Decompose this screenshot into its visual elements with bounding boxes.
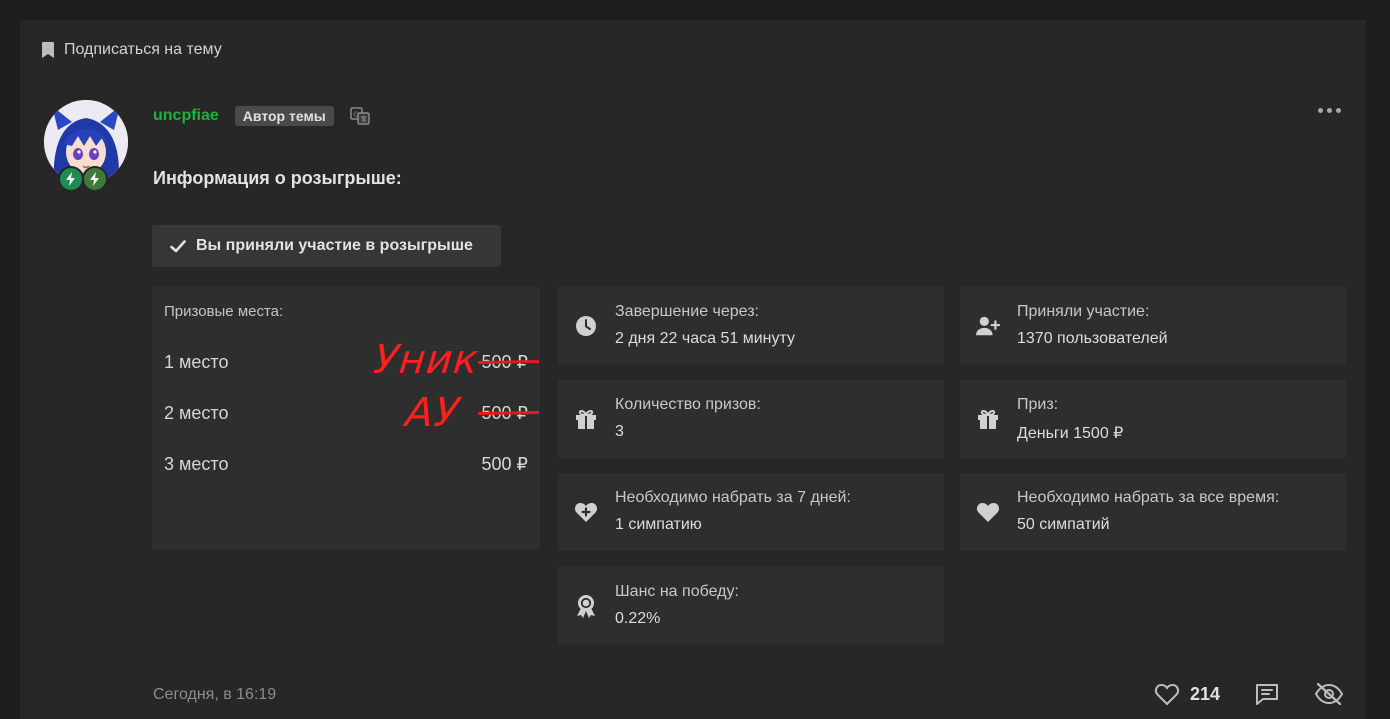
prize-amount: 500 ₽	[477, 403, 539, 424]
gift-icon	[976, 407, 1000, 431]
stat-value: 1370 пользователей	[1017, 330, 1168, 347]
badge-lightning-1[interactable]	[58, 166, 84, 192]
dot	[1327, 108, 1332, 113]
stat-prize-card: Приз: Деньги 1500 ₽	[960, 380, 1346, 458]
stat-label: Шанс на победу:	[615, 583, 739, 600]
reply-button[interactable]	[1254, 682, 1280, 706]
stat-value: 50 симпатий	[1017, 516, 1110, 533]
stat-label: Приняли участие:	[1017, 303, 1150, 320]
stat-likes-7d-card: Необходимо набрать за 7 дней: 1 симпатию	[558, 473, 944, 551]
stat-label: Необходимо набрать за все время:	[1017, 489, 1280, 506]
subscribe-label: Подписаться на тему	[64, 41, 222, 58]
prize-place: 1 место	[164, 351, 229, 372]
eye-slash-icon	[1314, 682, 1344, 706]
stat-prize-count-card: Количество призов: 3	[558, 380, 944, 458]
check-icon	[170, 239, 186, 252]
gift-icon	[574, 407, 598, 431]
prize-places-card: Призовые места: 1 место 500 ₽ Уник 2 мес…	[152, 287, 540, 550]
dot	[1336, 108, 1341, 113]
heart-outline-icon	[1154, 683, 1180, 706]
user-plus-icon	[976, 314, 1000, 338]
stat-likes-all-card: Необходимо набрать за все время: 50 симп…	[960, 473, 1346, 551]
lightning-icon	[66, 172, 75, 186]
like-button[interactable]	[1154, 682, 1180, 706]
stat-value: 1 симпатию	[615, 516, 702, 533]
stat-label: Приз:	[1017, 396, 1059, 413]
stat-value: 0.22%	[615, 610, 661, 627]
prize-places-header: Призовые места:	[164, 303, 284, 320]
prize-place: 3 место	[164, 453, 229, 474]
award-icon	[574, 594, 598, 618]
prize-row: 3 место 500 ₽	[164, 452, 528, 476]
stat-label: Завершение через:	[615, 303, 759, 320]
prize-amount-text: 500 ₽	[481, 453, 529, 474]
subscribe-thread-link[interactable]: Подписаться на тему	[42, 40, 222, 60]
heart-plus-icon	[574, 500, 598, 524]
handwritten-note: АУ	[403, 390, 463, 436]
translate-icon[interactable]: G	[350, 107, 370, 125]
stat-label: Количество призов:	[615, 396, 761, 413]
prize-amount: 500 ₽	[482, 454, 529, 475]
badge-lightning-2[interactable]	[82, 166, 108, 192]
post-author-row: uncpfiae Автор темы G	[153, 105, 370, 127]
stat-value: Деньги 1500 ₽	[1017, 425, 1124, 442]
prize-amount: 500 ₽	[477, 352, 539, 373]
post-timestamp[interactable]: Сегодня, в 16:19	[153, 686, 276, 704]
stat-ends-card: Завершение через: 2 дня 22 часа 51 минут…	[558, 287, 944, 365]
user-badges	[58, 166, 108, 192]
author-badge: Автор темы	[234, 106, 334, 126]
prize-place: 2 место	[164, 402, 229, 423]
prize-row: 2 место 500 ₽	[164, 401, 539, 425]
stat-chance-card: Шанс на победу: 0.22%	[558, 567, 944, 645]
post-actions: 214	[1154, 682, 1344, 706]
stat-label: Необходимо набрать за 7 дней:	[615, 489, 851, 506]
post-title: Информация о розыгрыше:	[153, 168, 402, 188]
stat-value: 2 дня 22 часа 51 минуту	[615, 330, 795, 347]
dot	[1318, 108, 1323, 113]
strike-mark	[477, 359, 539, 365]
hide-button[interactable]	[1314, 682, 1344, 706]
participated-label: Вы приняли участие в розыгрыше	[196, 237, 473, 254]
bookmark-icon	[42, 42, 54, 58]
clock-icon	[574, 314, 598, 338]
post-more-menu[interactable]	[1318, 108, 1341, 113]
stat-participants-card: Приняли участие: 1370 пользователей	[960, 287, 1346, 365]
comment-icon	[1256, 684, 1279, 705]
heart-icon	[976, 500, 1000, 524]
lightning-icon	[90, 172, 99, 186]
stat-value: 3	[615, 423, 624, 440]
strike-mark	[477, 410, 539, 416]
thread-panel: Подписаться на тему uncpfiae Автор темы	[20, 20, 1366, 719]
handwritten-note: Уник	[371, 337, 482, 383]
like-count: 214	[1190, 683, 1221, 704]
svg-text:G: G	[353, 111, 358, 119]
participated-button[interactable]: Вы приняли участие в розыгрыше	[152, 225, 501, 267]
username-link[interactable]: uncpfiae	[153, 107, 219, 125]
